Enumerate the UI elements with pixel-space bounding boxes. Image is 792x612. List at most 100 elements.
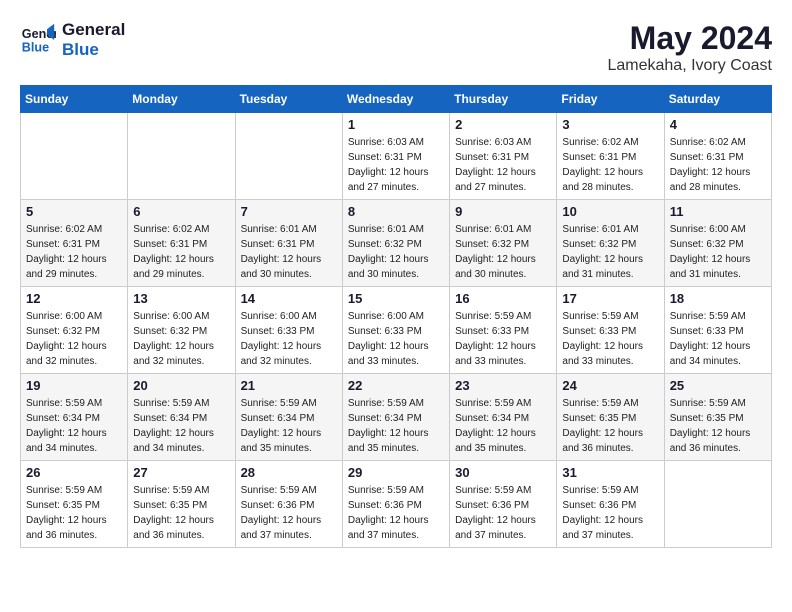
table-row: 5 Sunrise: 6:02 AM Sunset: 6:31 PM Daylig… bbox=[21, 200, 128, 287]
day-info: Sunrise: 5:59 AM Sunset: 6:34 PM Dayligh… bbox=[241, 396, 337, 456]
svg-text:Blue: Blue bbox=[22, 41, 49, 55]
day-number: 16 bbox=[455, 291, 551, 306]
table-row bbox=[664, 461, 771, 548]
day-number: 5 bbox=[26, 204, 122, 219]
day-info: Sunrise: 5:59 AM Sunset: 6:33 PM Dayligh… bbox=[670, 309, 766, 369]
calendar-table: SundayMondayTuesdayWednesdayThursdayFrid… bbox=[20, 85, 772, 548]
day-number: 21 bbox=[241, 378, 337, 393]
table-row: 28 Sunrise: 5:59 AM Sunset: 6:36 PM Dayli… bbox=[235, 461, 342, 548]
table-row: 17 Sunrise: 5:59 AM Sunset: 6:33 PM Dayli… bbox=[557, 287, 664, 374]
table-row: 27Sunrise: 5:59 AM Sunset: 6:35 PM Dayli… bbox=[128, 461, 235, 548]
day-number: 31 bbox=[562, 465, 658, 480]
day-number: 17 bbox=[562, 291, 658, 306]
day-number: 15 bbox=[348, 291, 444, 306]
day-number: 29 bbox=[348, 465, 444, 480]
day-number: 22 bbox=[348, 378, 444, 393]
day-number: 24 bbox=[562, 378, 658, 393]
day-info: Sunrise: 5:59 AM Sunset: 6:34 PM Dayligh… bbox=[455, 396, 551, 456]
day-info: Sunrise: 6:01 AM Sunset: 6:32 PM Dayligh… bbox=[562, 222, 658, 282]
day-info: Sunrise: 6:00 AM Sunset: 6:32 PM Dayligh… bbox=[133, 309, 229, 369]
calendar-header-row: SundayMondayTuesdayWednesdayThursdayFrid… bbox=[21, 86, 772, 113]
location-subtitle: Lamekaha, Ivory Coast bbox=[607, 57, 772, 75]
calendar-week-row: 1 Sunrise: 6:03 AM Sunset: 6:31 PM Daylig… bbox=[21, 113, 772, 200]
month-year-title: May 2024 bbox=[607, 20, 772, 57]
day-info: Sunrise: 5:59 AM Sunset: 6:34 PM Dayligh… bbox=[26, 396, 122, 456]
table-row: 30 Sunrise: 5:59 AM Sunset: 6:36 PM Dayli… bbox=[450, 461, 557, 548]
day-info: Sunrise: 6:01 AM Sunset: 6:31 PM Dayligh… bbox=[241, 222, 337, 282]
table-row bbox=[21, 113, 128, 200]
table-row: 2Sunrise: 6:03 AM Sunset: 6:31 PM Daylig… bbox=[450, 113, 557, 200]
day-of-week-header: Tuesday bbox=[235, 86, 342, 113]
day-number: 27 bbox=[133, 465, 229, 480]
day-of-week-header: Wednesday bbox=[342, 86, 449, 113]
calendar-week-row: 26Sunrise: 5:59 AM Sunset: 6:35 PM Dayli… bbox=[21, 461, 772, 548]
table-row: 18 Sunrise: 5:59 AM Sunset: 6:33 PM Dayli… bbox=[664, 287, 771, 374]
table-row: 22 Sunrise: 5:59 AM Sunset: 6:34 PM Dayli… bbox=[342, 374, 449, 461]
day-number: 12 bbox=[26, 291, 122, 306]
logo-general: General bbox=[62, 20, 125, 40]
day-info: Sunrise: 5:59 AM Sunset: 6:36 PM Dayligh… bbox=[562, 483, 658, 543]
day-number: 6 bbox=[133, 204, 229, 219]
day-number: 14 bbox=[241, 291, 337, 306]
day-number: 23 bbox=[455, 378, 551, 393]
table-row: 25Sunrise: 5:59 AM Sunset: 6:35 PM Dayli… bbox=[664, 374, 771, 461]
day-number: 10 bbox=[562, 204, 658, 219]
table-row: 15Sunrise: 6:00 AM Sunset: 6:33 PM Dayli… bbox=[342, 287, 449, 374]
day-info: Sunrise: 5:59 AM Sunset: 6:34 PM Dayligh… bbox=[348, 396, 444, 456]
day-number: 9 bbox=[455, 204, 551, 219]
day-number: 30 bbox=[455, 465, 551, 480]
day-info: Sunrise: 5:59 AM Sunset: 6:35 PM Dayligh… bbox=[562, 396, 658, 456]
table-row: 7Sunrise: 6:01 AM Sunset: 6:31 PM Daylig… bbox=[235, 200, 342, 287]
day-info: Sunrise: 6:02 AM Sunset: 6:31 PM Dayligh… bbox=[26, 222, 122, 282]
table-row: 20Sunrise: 5:59 AM Sunset: 6:34 PM Dayli… bbox=[128, 374, 235, 461]
day-number: 3 bbox=[562, 117, 658, 132]
day-of-week-header: Friday bbox=[557, 86, 664, 113]
calendar-week-row: 5 Sunrise: 6:02 AM Sunset: 6:31 PM Daylig… bbox=[21, 200, 772, 287]
table-row bbox=[235, 113, 342, 200]
day-of-week-header: Saturday bbox=[664, 86, 771, 113]
table-row: 3 Sunrise: 6:02 AM Sunset: 6:31 PM Daylig… bbox=[557, 113, 664, 200]
table-row: 31 Sunrise: 5:59 AM Sunset: 6:36 PM Dayli… bbox=[557, 461, 664, 548]
day-of-week-header: Thursday bbox=[450, 86, 557, 113]
day-number: 26 bbox=[26, 465, 122, 480]
day-number: 8 bbox=[348, 204, 444, 219]
day-number: 28 bbox=[241, 465, 337, 480]
table-row: 4Sunrise: 6:02 AM Sunset: 6:31 PM Daylig… bbox=[664, 113, 771, 200]
table-row: 16 Sunrise: 5:59 AM Sunset: 6:33 PM Dayli… bbox=[450, 287, 557, 374]
table-row: 8 Sunrise: 6:01 AM Sunset: 6:32 PM Daylig… bbox=[342, 200, 449, 287]
day-number: 13 bbox=[133, 291, 229, 306]
table-row: 13 Sunrise: 6:00 AM Sunset: 6:32 PM Dayli… bbox=[128, 287, 235, 374]
day-info: Sunrise: 6:02 AM Sunset: 6:31 PM Dayligh… bbox=[670, 135, 766, 195]
day-info: Sunrise: 5:59 AM Sunset: 6:33 PM Dayligh… bbox=[455, 309, 551, 369]
table-row: 9 Sunrise: 6:01 AM Sunset: 6:32 PM Daylig… bbox=[450, 200, 557, 287]
day-info: Sunrise: 5:59 AM Sunset: 6:36 PM Dayligh… bbox=[348, 483, 444, 543]
day-info: Sunrise: 5:59 AM Sunset: 6:33 PM Dayligh… bbox=[562, 309, 658, 369]
day-number: 18 bbox=[670, 291, 766, 306]
table-row: 29 Sunrise: 5:59 AM Sunset: 6:36 PM Dayli… bbox=[342, 461, 449, 548]
table-row: 14Sunrise: 6:00 AM Sunset: 6:33 PM Dayli… bbox=[235, 287, 342, 374]
table-row: 19Sunrise: 5:59 AM Sunset: 6:34 PM Dayli… bbox=[21, 374, 128, 461]
day-info: Sunrise: 5:59 AM Sunset: 6:36 PM Dayligh… bbox=[241, 483, 337, 543]
day-info: Sunrise: 6:02 AM Sunset: 6:31 PM Dayligh… bbox=[562, 135, 658, 195]
table-row: 23 Sunrise: 5:59 AM Sunset: 6:34 PM Dayli… bbox=[450, 374, 557, 461]
table-row: 12 Sunrise: 6:00 AM Sunset: 6:32 PM Dayli… bbox=[21, 287, 128, 374]
day-info: Sunrise: 6:00 AM Sunset: 6:32 PM Dayligh… bbox=[670, 222, 766, 282]
logo-blue: Blue bbox=[62, 40, 125, 60]
day-number: 11 bbox=[670, 204, 766, 219]
calendar-week-row: 19Sunrise: 5:59 AM Sunset: 6:34 PM Dayli… bbox=[21, 374, 772, 461]
day-info: Sunrise: 6:01 AM Sunset: 6:32 PM Dayligh… bbox=[348, 222, 444, 282]
day-of-week-header: Sunday bbox=[21, 86, 128, 113]
day-info: Sunrise: 5:59 AM Sunset: 6:36 PM Dayligh… bbox=[455, 483, 551, 543]
calendar-week-row: 12 Sunrise: 6:00 AM Sunset: 6:32 PM Dayli… bbox=[21, 287, 772, 374]
day-number: 1 bbox=[348, 117, 444, 132]
table-row: 21 Sunrise: 5:59 AM Sunset: 6:34 PM Dayli… bbox=[235, 374, 342, 461]
table-row: 24 Sunrise: 5:59 AM Sunset: 6:35 PM Dayli… bbox=[557, 374, 664, 461]
day-info: Sunrise: 6:03 AM Sunset: 6:31 PM Dayligh… bbox=[348, 135, 444, 195]
day-info: Sunrise: 6:01 AM Sunset: 6:32 PM Dayligh… bbox=[455, 222, 551, 282]
table-row: 26Sunrise: 5:59 AM Sunset: 6:35 PM Dayli… bbox=[21, 461, 128, 548]
day-number: 20 bbox=[133, 378, 229, 393]
day-info: Sunrise: 6:00 AM Sunset: 6:32 PM Dayligh… bbox=[26, 309, 122, 369]
table-row bbox=[128, 113, 235, 200]
day-info: Sunrise: 6:02 AM Sunset: 6:31 PM Dayligh… bbox=[133, 222, 229, 282]
table-row: 1 Sunrise: 6:03 AM Sunset: 6:31 PM Daylig… bbox=[342, 113, 449, 200]
